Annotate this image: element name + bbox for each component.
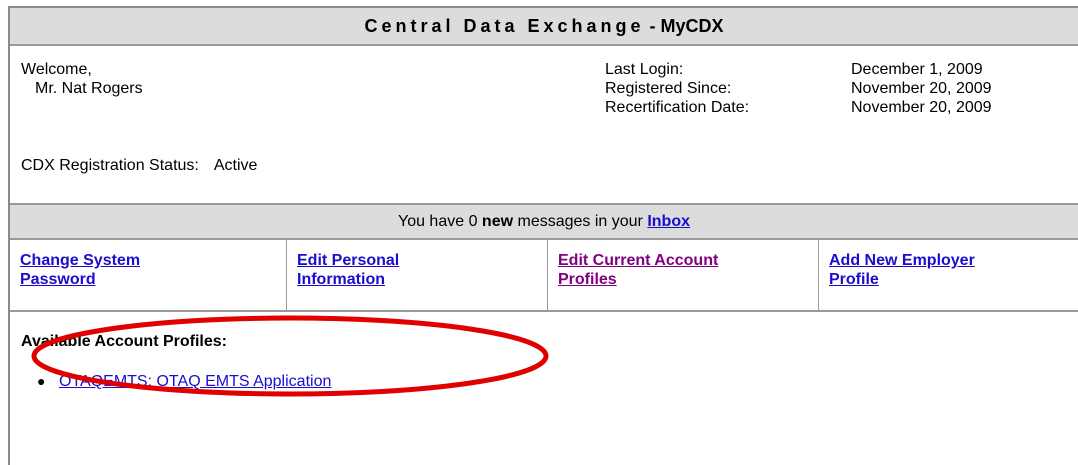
page-title: Central Data Exchange - MyCDX (10, 8, 1078, 46)
status-label: CDX Registration Status: (21, 157, 199, 174)
title-main: Central Data Exchange (364, 16, 645, 36)
action-cell: Change System Password (10, 240, 287, 310)
title-mycdx: MyCDX (660, 16, 724, 36)
list-item: ● OTAQEMTS: OTAQ EMTS Application (37, 372, 331, 391)
edit-personal-info-link[interactable]: Edit Personal Information (297, 251, 477, 289)
date-labels: Last Login: Registered Since: Recertific… (605, 60, 749, 117)
recertification-label: Recertification Date: (605, 99, 750, 116)
mycdx-panel: Central Data Exchange - MyCDX Welcome, M… (8, 6, 1078, 465)
messages-prefix: You have 0 (397, 213, 482, 230)
last-login-label: Last Login: (605, 61, 684, 78)
registered-since-label: Registered Since: (605, 80, 732, 97)
inbox-link[interactable]: Inbox (647, 213, 690, 230)
otaq-emts-profile-link[interactable]: OTAQEMTS: OTAQ EMTS Application (59, 373, 331, 390)
add-employer-profile-link[interactable]: Add New Employer Profile (829, 251, 1009, 289)
edit-account-profiles-link[interactable]: Edit Current Account Profiles (558, 251, 738, 289)
account-info: Welcome, Mr. Nat Rogers Last Login: Regi… (10, 46, 1078, 203)
messages-new: new (481, 213, 514, 230)
welcome-block: Welcome, Mr. Nat Rogers (21, 60, 143, 98)
action-cell: Edit Personal Information (287, 240, 548, 310)
bullet-icon: ● (37, 373, 46, 389)
messages-middle: messages in your (513, 213, 648, 230)
status-value: Active (213, 157, 258, 174)
registration-status: CDX Registration Status: Active (21, 156, 257, 175)
messages-bar: You have 0 new messages in your Inbox (10, 203, 1078, 240)
profiles-heading: Available Account Profiles: (21, 333, 227, 350)
action-cell: Edit Current Account Profiles (548, 240, 819, 310)
title-separator: - (644, 16, 661, 36)
welcome-text: Welcome, (21, 61, 92, 78)
date-values: December 1, 2009 November 20, 2009 Novem… (851, 60, 992, 117)
user-name: Mr. Nat Rogers (35, 80, 143, 97)
action-links-row: Change System Password Edit Personal Inf… (10, 240, 1078, 312)
last-login-value: December 1, 2009 (851, 61, 983, 78)
registered-since-value: November 20, 2009 (851, 80, 992, 97)
recertification-value: November 20, 2009 (851, 99, 992, 116)
change-password-link[interactable]: Change System Password (20, 251, 200, 289)
action-cell: Add New Employer Profile (819, 240, 1078, 310)
account-profiles-section: Available Account Profiles: ● OTAQEMTS: … (10, 312, 1078, 465)
